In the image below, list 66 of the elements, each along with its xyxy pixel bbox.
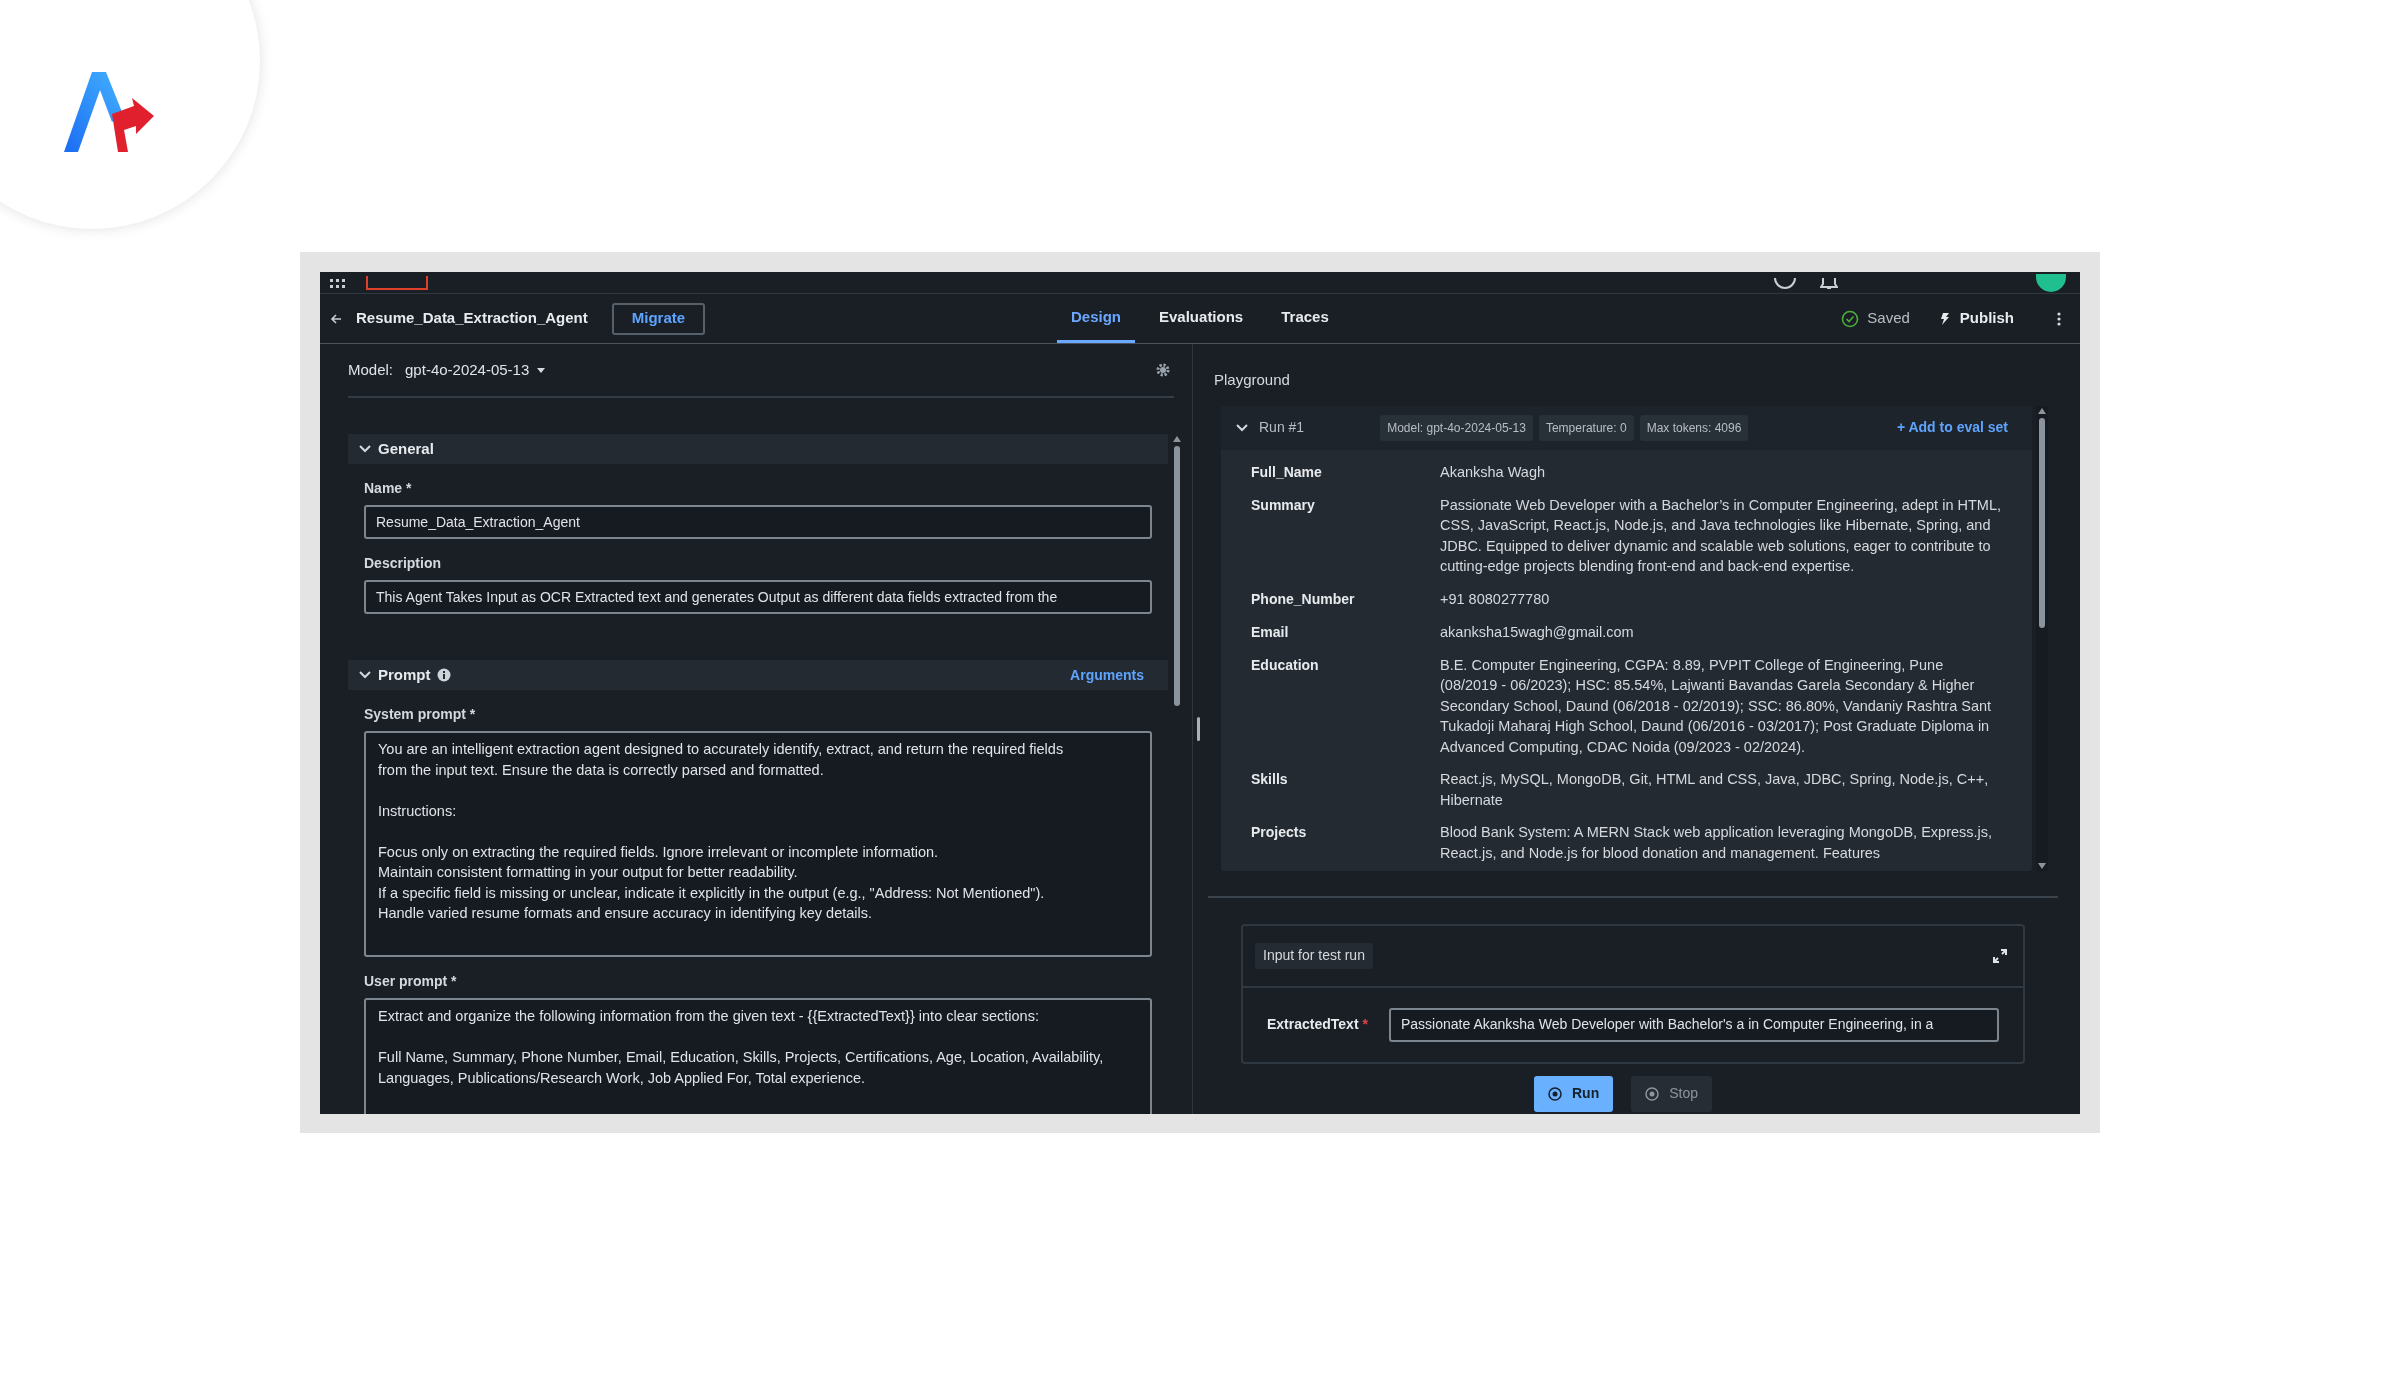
scroll-up-icon xyxy=(1173,436,1181,442)
field-value: React.js, MySQL, MongoDB, Git, HTML and CSS, Java, JDBC, Spring, Node.js, C++, Hibernate xyxy=(1440,770,1990,810)
play-circle-icon xyxy=(1548,1086,1562,1101)
info-tag: Max tokens: 4096 xyxy=(1639,414,1749,441)
info-icon xyxy=(436,668,451,682)
run-toggle[interactable]: Run #1 xyxy=(1235,417,1305,438)
field-label: ExtractedText * xyxy=(1267,1015,1369,1034)
scroll-down-icon xyxy=(2038,862,2046,869)
field-label: Name * xyxy=(364,479,413,498)
stop-circle-icon xyxy=(1645,1086,1660,1101)
lightning-icon xyxy=(1939,311,1950,326)
grid-icon xyxy=(330,279,346,289)
panel-title: Input for test run xyxy=(1255,942,1373,969)
scroll-up-icon xyxy=(2038,407,2046,414)
input-field[interactable]: Passionate Akanksha Web Developer with Bachelor's a in Computer Engineering, in a xyxy=(1389,1007,1999,1042)
settings-icon xyxy=(1156,363,1170,377)
field-key: Summary xyxy=(1251,494,1440,577)
arguments-link[interactable]: Arguments xyxy=(1070,664,1144,686)
expand-button[interactable] xyxy=(1993,948,2007,963)
avatar[interactable] xyxy=(2036,274,2066,292)
model-dropdown[interactable]: gpt-4o-2024-05-13 xyxy=(405,358,546,382)
field-key: Phone_Number xyxy=(1251,588,1440,610)
section-header[interactable]: General xyxy=(348,434,1168,464)
migrate-button[interactable]: Migrate xyxy=(611,302,706,335)
add-to-eval-set-link[interactable]: + Add to eval set xyxy=(1896,417,2008,438)
info-tag: Temperature: 0 xyxy=(1538,414,1634,441)
run-button[interactable]: Run xyxy=(1534,1075,1614,1112)
section-title: General xyxy=(378,438,434,459)
field-value: B.E. Computer Engineering, CGPA: 8.89, PVPIT College of Engineering, Pune (08/2019 - 06/2023); HSC: 85.54%, Lajwanti Bavandas Garela Secondary & Higher Secondary School, Daund (06/2018 - 02/2019); SSC: 86.80%, Vandaniy Rashtra Sant Tukadoji Maharaj High School, Daund (06/2016 - 03/2017); Post Graduate Diploma in Advanced Computing, CDAC Noida (09/2023 - 02/2024). xyxy=(1440,655,1993,757)
input-field[interactable]: Resume_Data_Extraction_Agent xyxy=(364,505,1152,539)
info-tag: Model: gpt-4o-2024-05-13 xyxy=(1380,414,1533,441)
scrollbar[interactable] xyxy=(2036,405,2048,871)
saved-status: Saved xyxy=(1867,308,1910,329)
publish-button[interactable]: Publish xyxy=(1939,307,2014,330)
panel-title: Playground xyxy=(1214,370,1291,390)
field-value: Akanksha Wagh xyxy=(1440,462,1547,482)
field-value: Passionate Web Developer with a Bachelor’s in Computer Engineering, adept in HTML, CSS, JavaScript, React.js, Node.js, and Java technologies like Hibernate, Spring, and JDBC. Equipped to deliver dynamic and scalable web solutions, eager to contribute to cutting-edge projects blending front-end and back-end expertise. xyxy=(1440,495,2002,576)
field-value: Blood Bank System: A MERN Stack web application leveraging MongoDB, Express.js, React.js, and Node.js for blood donation and management. Features xyxy=(1440,823,1994,863)
section-header[interactable]: Prompt Arguments xyxy=(348,660,1168,690)
field-key: Projects xyxy=(1251,822,1440,863)
caret-icon xyxy=(537,367,546,373)
input-field[interactable]: This Agent Takes Input as OCR Extracted text and generates Output as different data fields extracted from the xyxy=(364,580,1152,614)
expand-icon xyxy=(1993,948,2007,963)
settings-button[interactable] xyxy=(1156,363,1170,377)
model-label: Model: xyxy=(348,359,394,380)
tab[interactable]: Traces xyxy=(1267,294,1343,343)
tab[interactable]: Design xyxy=(1057,294,1135,343)
tab[interactable]: Evaluations xyxy=(1145,294,1258,343)
field-label: Description xyxy=(364,554,442,573)
field-label: System prompt * xyxy=(364,705,477,724)
field-key: Skills xyxy=(1251,769,1440,810)
text-area[interactable]: Extract and organize the following information from the given text - {{ExtractedText}} into clear sections: Full Name, Summary, Phone Number, Email, Education, Skills, Projects, Certifications, Age, Location, Availability, Languages, Publications/Research Work, Job Applied For, Total experience. xyxy=(364,998,1152,1114)
field-value: akanksha15wagh@gmail.com xyxy=(1440,622,1635,642)
text-area[interactable]: You are an intelligent extraction agent designed to accurately identify, extract, and return the required fields from the input text. Ensure the data is correctly parsed and formatted. Instructions: Focus only on extracting the required fields. Ignore irrelevant or incomplete information. Maintain consistent formatting in your output for better readability. If a specific field is missing or unclear, indicate it explicitly in the output (e.g., "Address: Not Mentioned"). Handle varied resume formats and ensure accuracy in identifying key details. xyxy=(364,731,1152,957)
more-icon xyxy=(2057,311,2061,326)
field-key: Education xyxy=(1251,654,1440,757)
field-key: Email xyxy=(1251,621,1440,643)
field-label: User prompt * xyxy=(364,972,458,991)
agent-title: Resume_Data_Extraction_Agent xyxy=(356,308,588,329)
back-arrow-icon xyxy=(330,312,342,325)
resize-handle[interactable] xyxy=(1197,717,1200,741)
check-circle-icon xyxy=(1841,309,1860,328)
stop-button[interactable]: Stop xyxy=(1631,1075,1712,1112)
field-key: Full_Name xyxy=(1251,461,1440,483)
field-value: +91 8080277780 xyxy=(1440,589,1551,609)
section-title: Prompt xyxy=(378,664,431,685)
